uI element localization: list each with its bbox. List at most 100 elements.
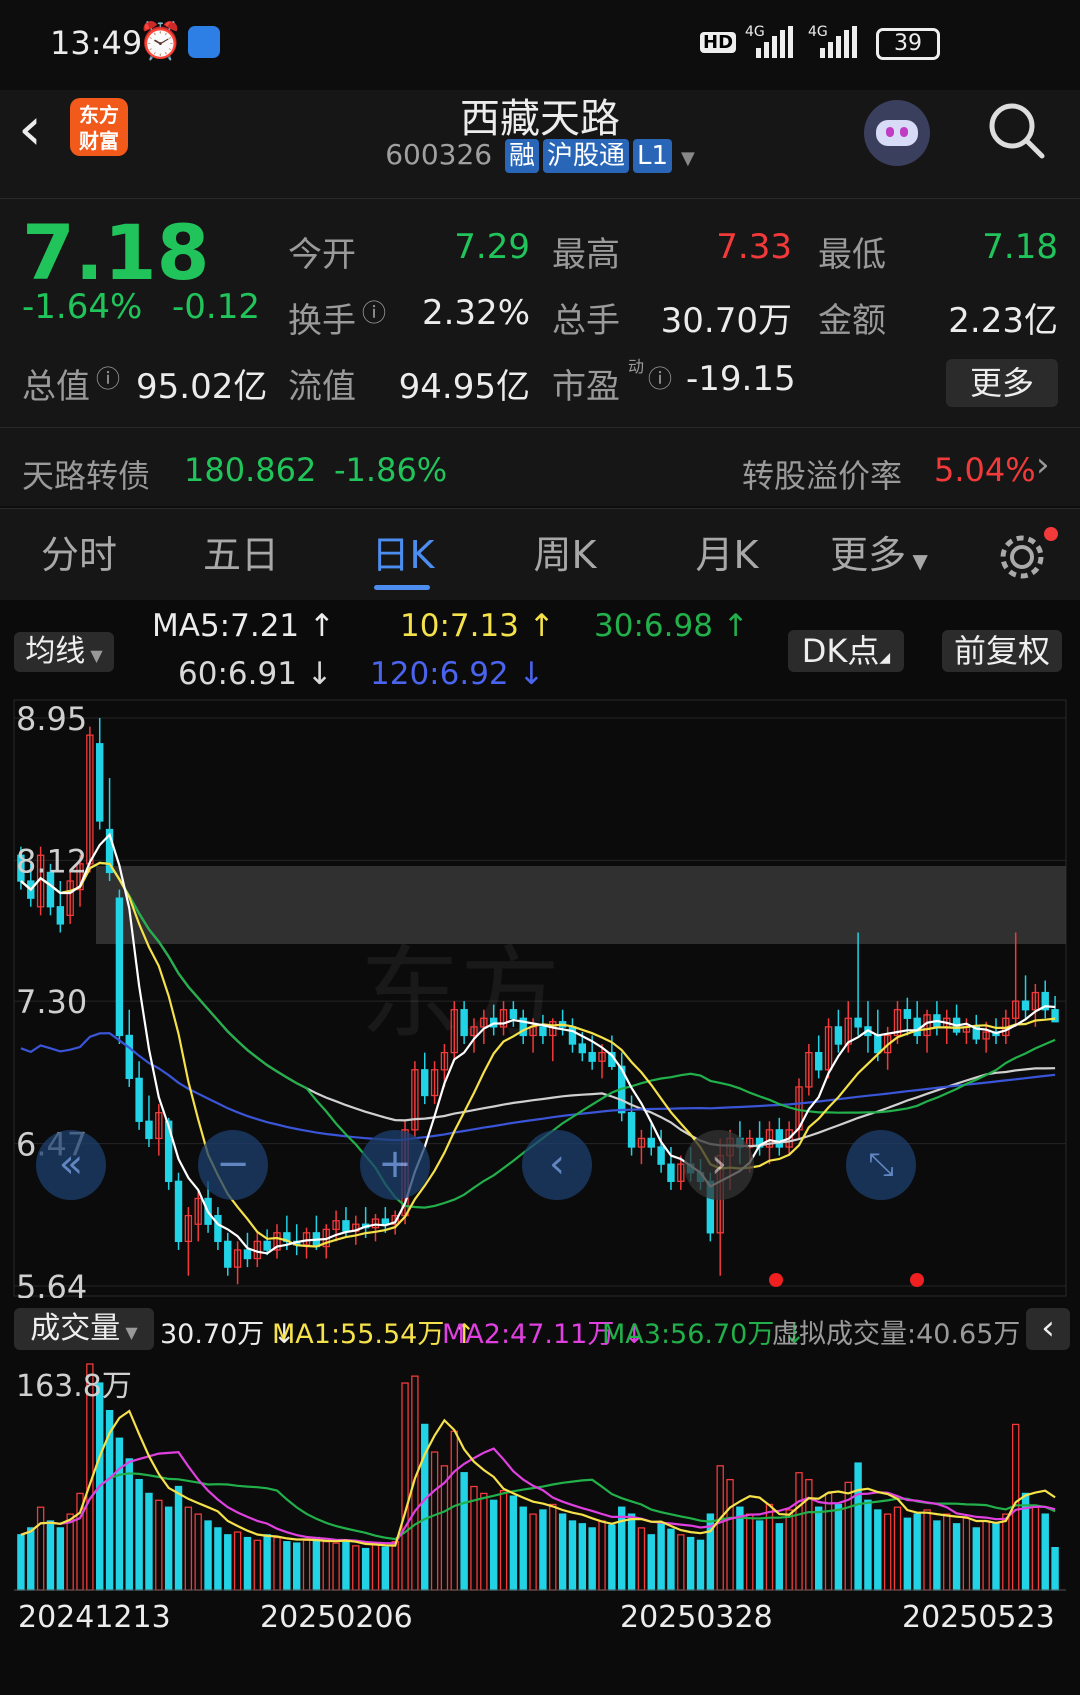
tab-five-day[interactable]: 五日 [166,509,316,601]
volume-bar [489,1499,498,1591]
chevron-right-icon[interactable]: › [1036,445,1050,485]
pe-superscript: 动 [628,357,645,376]
volume-bar [637,1527,646,1591]
volume-bar [568,1520,577,1591]
volume-bar [509,1495,518,1591]
volume-bar [539,1509,547,1591]
volume-bar [155,1499,163,1591]
volume-bar [292,1542,301,1591]
volume-bar [17,1534,25,1591]
stock-header: ‹ 东方 财富 西藏天路 600326 融沪股通 L1 ▼ [0,90,1080,198]
collapse-panel-icon[interactable]: ‹ [1026,1308,1070,1350]
volume-bar [992,1523,1000,1591]
pan-left-icon[interactable]: ‹ [522,1130,592,1200]
status-time: 13:49 [50,24,143,62]
pan-right-icon[interactable]: › [684,1130,754,1200]
tab-weekly-k[interactable]: 周K [490,509,640,601]
candle-body [135,1077,143,1122]
adjust-button[interactable]: 前复权 [942,630,1062,672]
float-value: 94.95亿 [398,367,530,407]
low-value: 7.18 [982,227,1058,267]
app-notification-icon [188,26,220,58]
candle-body [263,1240,271,1251]
volume-bar [677,1534,685,1591]
tab-more-label: 更多 [830,533,907,577]
candle-body [647,1137,655,1148]
turnover-value: 2.32% [421,293,530,333]
more-button[interactable]: 更多 [946,359,1058,407]
zoom-in-icon[interactable]: + [360,1130,430,1200]
volume-bar [972,1527,980,1591]
candle-body [342,1220,350,1232]
volume-bar [519,1506,527,1591]
y-axis-ticks: 8.958.127.306.475.64 [16,700,87,1298]
settings-gear-icon[interactable] [996,531,1048,583]
vma1-value: MA1:55.54万 [272,1319,445,1350]
high-value: 7.33 [716,227,792,267]
ma60-value: 60:6.91 [178,656,297,692]
vol-max-label: 163.8万 [16,1369,132,1404]
corner-arrow-icon: ◢ [879,650,891,666]
robot-assistant-icon[interactable] [864,100,930,166]
info-icon[interactable]: ⓘ [96,359,120,394]
volume-bar [342,1539,350,1591]
zoom-out-icon[interactable]: − [198,1130,268,1200]
chevron-down-icon[interactable]: ▼ [681,148,695,169]
dropdown-icon: ▼ [120,1323,138,1342]
volume-bar [361,1547,370,1591]
volume-bar [214,1527,222,1591]
volume-bar [273,1536,281,1591]
x-label-2: 20250206 [260,1600,413,1635]
volume-bar [224,1534,232,1591]
ma10-value: 10:7.13 [400,608,519,644]
amount-value: 2.23亿 [948,301,1058,341]
high-label: 最高 [552,235,620,275]
fullscreen-icon[interactable]: ⤡ [846,1130,916,1200]
x-label-3: 20250328 [620,1600,773,1635]
volume-bar [253,1539,262,1591]
volume-bar [312,1536,321,1591]
volume-bar [805,1478,813,1591]
volume-bar [283,1541,291,1591]
tab-more[interactable]: 更多 ▼ [814,509,944,601]
candle-body [539,1026,547,1037]
candle-body [1021,1000,1030,1011]
volume-bar [982,1520,990,1591]
ma10-label: 10:7.13 ↑ [400,608,555,644]
volume-bar [46,1520,55,1591]
quote-panel: 7.18 -1.64% -0.12 今开 7.29 最高 7.33 最低 7.1… [0,198,1080,506]
resistance-zone [96,866,1066,944]
rewind-icon[interactable]: « [36,1130,106,1200]
info-icon[interactable]: ⓘ [648,359,672,394]
volume-bar [598,1520,606,1591]
premium-label[interactable]: 转股溢价率 [742,451,902,497]
candlestick-chart[interactable]: 东方 8.958.127.306.475.64 [0,698,1080,1298]
volume-bar [686,1536,695,1591]
ma120-value: 120:6.92 [370,656,509,692]
volume-bar [657,1523,665,1591]
ma-selector[interactable]: 均线 ▼ [14,632,114,672]
pe-label: 市盈 [552,367,620,407]
volume-bar [608,1524,616,1591]
premium-value: 5.04% [934,451,1036,489]
volume-bar [814,1506,823,1591]
indicator-selector[interactable]: 成交量 ▼ [14,1308,154,1350]
candle-body [56,906,65,925]
candle-body [667,1163,675,1182]
ma5-label: MA5:7.21 ↑ [152,608,335,644]
volume-bar [854,1462,862,1591]
volume-bar [352,1545,360,1591]
bond-name[interactable]: 天路转债 [22,451,150,497]
tab-monthly-k[interactable]: 月K [652,509,802,601]
volume-bar [125,1458,133,1591]
volume-chart[interactable]: 163.8万 [0,1356,1080,1592]
candle-body [775,1129,784,1148]
candle-body [96,743,104,822]
dk-point-button[interactable]: DK点◢ [788,630,904,672]
open-label: 今开 [288,235,356,275]
dropdown-icon: ▼ [85,646,103,665]
volume-bar [578,1523,587,1591]
search-icon[interactable] [986,100,1048,162]
info-icon[interactable]: ⓘ [362,293,386,328]
tab-intraday[interactable]: 分时 [4,509,154,601]
